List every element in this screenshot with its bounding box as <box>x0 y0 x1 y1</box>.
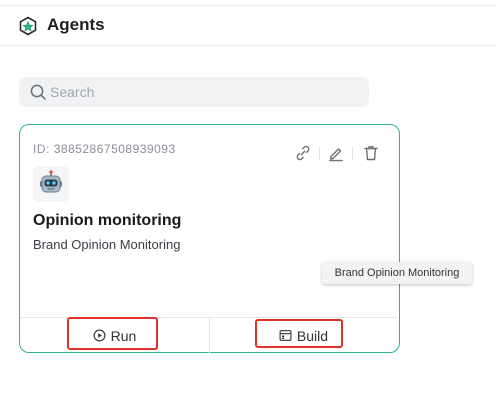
agent-id-value: 38852867508939093 <box>53 142 176 156</box>
robot-icon <box>40 170 62 193</box>
build-button-label: Build <box>296 327 329 344</box>
action-divider <box>319 146 320 160</box>
build-button[interactable]: Build <box>209 318 398 353</box>
agent-avatar <box>33 166 69 202</box>
build-icon <box>279 330 292 341</box>
description-tooltip: Brand Opinion Monitoring <box>322 262 472 284</box>
search-box[interactable] <box>19 77 369 107</box>
delete-icon[interactable] <box>362 144 380 162</box>
run-button-label: Run <box>110 327 137 344</box>
run-button[interactable]: Run <box>20 318 209 353</box>
page-title: Agents <box>47 15 105 34</box>
search-input[interactable] <box>50 77 360 107</box>
agent-id: ID: 38852867508939093 <box>33 142 176 156</box>
agent-description: Brand Opinion Monitoring <box>33 237 181 252</box>
search-icon <box>30 84 46 100</box>
action-divider <box>352 146 353 160</box>
edit-icon[interactable] <box>327 144 345 162</box>
page-header: Agents <box>0 6 496 46</box>
link-icon[interactable] <box>294 144 312 162</box>
card-footer: Run Build <box>20 317 398 353</box>
agents-logo-icon <box>19 16 37 36</box>
agent-name: Opinion monitoring <box>33 212 182 229</box>
agent-id-label: ID: <box>33 142 50 156</box>
agent-card[interactable]: ID: 38852867508939093 Opinion monitoring… <box>19 124 400 353</box>
play-icon <box>93 329 106 342</box>
